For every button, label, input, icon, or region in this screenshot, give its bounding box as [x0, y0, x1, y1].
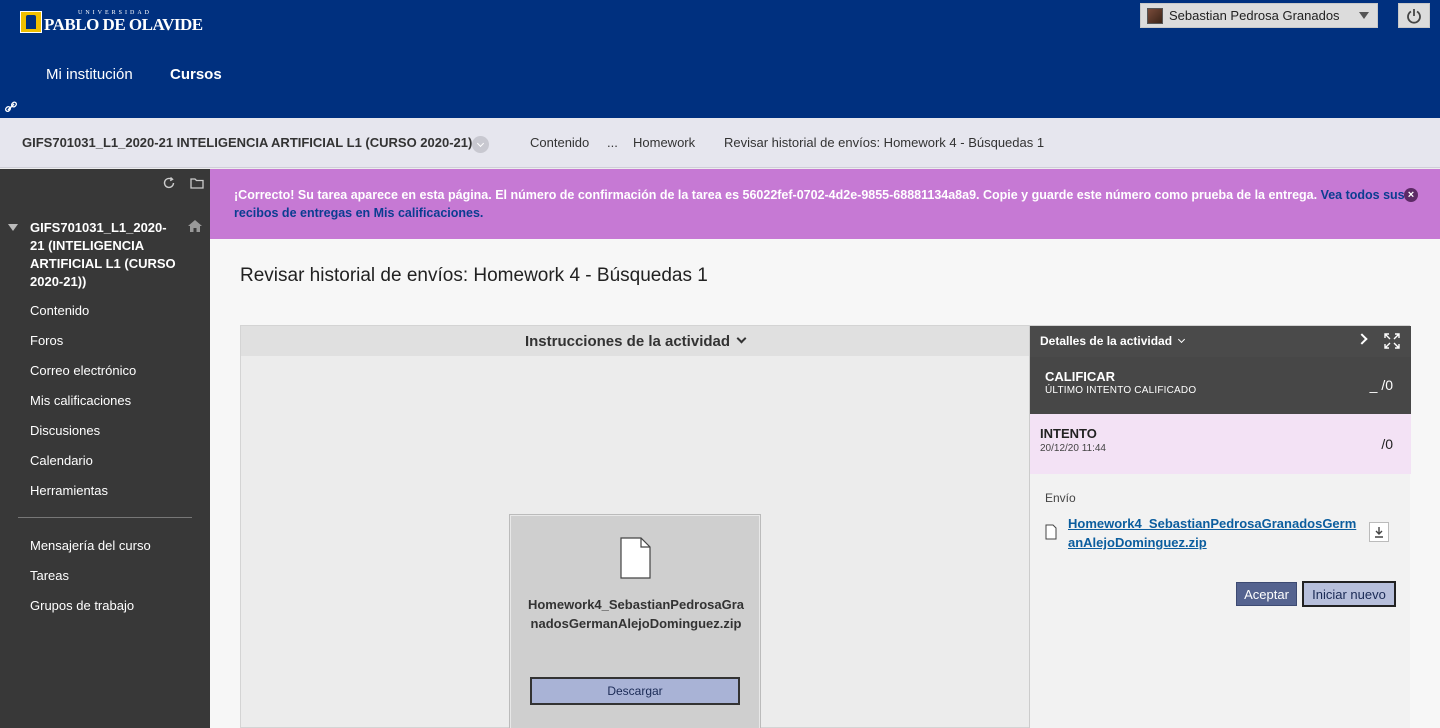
- grade-subtitle: ÚLTIMO INTENTO CALIFICADO: [1045, 385, 1197, 396]
- home-icon[interactable]: [187, 219, 203, 233]
- nav-mi-institucion[interactable]: Mi institución: [46, 66, 133, 83]
- grade-value: _ /0: [1369, 377, 1393, 393]
- sidebar-course-title[interactable]: GIFS701031_L1_2020-21 (INTELIGENCIA ARTI…: [30, 219, 180, 291]
- caret-down-icon: [1359, 12, 1369, 19]
- logo-emblem-icon: [20, 10, 42, 33]
- submission-panel: Instrucciones de la actividad Homework4_…: [240, 325, 1411, 728]
- sidebar-item-foros[interactable]: Foros: [30, 333, 63, 348]
- avatar: [1147, 7, 1163, 24]
- page-title: Revisar historial de envíos: Homework 4 …: [240, 265, 708, 286]
- download-button[interactable]: Descargar: [530, 677, 740, 705]
- attempt-value: /0: [1381, 436, 1393, 452]
- logout-button[interactable]: [1398, 3, 1430, 28]
- download-icon[interactable]: [1369, 522, 1389, 542]
- sidebar-item-correo[interactable]: Correo electrónico: [30, 363, 136, 378]
- breadcrumb-contenido[interactable]: Contenido: [530, 135, 589, 150]
- instructions-heading: Instrucciones de la actividad: [524, 333, 731, 350]
- sidebar-item-calendario[interactable]: Calendario: [30, 453, 93, 468]
- expand-icon[interactable]: [1384, 333, 1400, 349]
- submission-label: Envío: [1045, 491, 1076, 505]
- sidebar-item-grupos[interactable]: Grupos de trabajo: [30, 598, 134, 613]
- accept-button[interactable]: Aceptar: [1236, 582, 1297, 606]
- breadcrumb: GIFS701031_L1_2020-21 INTELIGENCIA ARTIF…: [0, 118, 1440, 168]
- sidebar-item-tareas[interactable]: Tareas: [30, 568, 69, 583]
- breadcrumb-current: Revisar historial de envíos: Homework 4 …: [724, 135, 1045, 150]
- file-icon: [620, 537, 651, 579]
- course-title[interactable]: GIFS701031_L1_2020-21 INTELIGENCIA ARTIF…: [22, 135, 472, 150]
- sidebar-item-herramientas[interactable]: Herramientas: [30, 483, 108, 498]
- grade-title: CALIFICAR: [1045, 369, 1116, 384]
- main-content: ¡Correcto! Su tarea aparece en esta pági…: [210, 169, 1440, 728]
- chevron-down-icon: [1178, 335, 1186, 344]
- university-logo[interactable]: UNIVERSIDAD PABLO DE OLAVIDE: [20, 10, 203, 33]
- grade-section: CALIFICAR ÚLTIMO INTENTO CALIFICADO _ /0: [1030, 357, 1411, 414]
- sidebar-item-calificaciones[interactable]: Mis calificaciones: [30, 393, 131, 408]
- activity-details-toggle[interactable]: Detalles de la actividad: [1030, 326, 1411, 357]
- sidebar-item-contenido[interactable]: Contenido: [30, 303, 89, 318]
- refresh-icon[interactable]: [162, 176, 176, 190]
- power-icon: [1407, 8, 1421, 24]
- collapse-caret-icon[interactable]: [8, 224, 18, 231]
- success-banner: ¡Correcto! Su tarea aparece en esta pági…: [210, 169, 1440, 239]
- sidebar-divider: [18, 517, 192, 518]
- file-icon: [1045, 524, 1057, 540]
- breadcrumb-homework[interactable]: Homework: [633, 135, 695, 150]
- instructions-toggle[interactable]: Instrucciones de la actividad: [241, 326, 1029, 356]
- chevron-down-icon: [736, 333, 747, 344]
- user-menu[interactable]: Sebastian Pedrosa Granados: [1140, 3, 1378, 28]
- file-name: Homework4_SebastianPedrosaGranadosGerman…: [527, 597, 745, 631]
- attempt-section[interactable]: INTENTO 20/12/20 11:44 /0: [1030, 414, 1411, 474]
- course-sidebar: GIFS701031_L1_2020-21 (INTELIGENCIA ARTI…: [0, 169, 210, 728]
- activity-details-panel: Detalles de la actividad CALIFICAR ÚLTIM…: [1029, 326, 1411, 728]
- sidebar-item-discusiones[interactable]: Discusiones: [30, 423, 100, 438]
- nav-cursos[interactable]: Cursos: [170, 66, 222, 83]
- file-preview-card: Homework4_SebastianPedrosaGranadosGerman…: [509, 514, 761, 728]
- breadcrumb-ellipsis[interactable]: ...: [607, 135, 618, 150]
- attempt-title: INTENTO: [1040, 426, 1097, 441]
- link-icon[interactable]: [4, 100, 18, 114]
- top-header: UNIVERSIDAD PABLO DE OLAVIDE Sebastian P…: [0, 0, 1440, 118]
- attempt-date: 20/12/20 11:44: [1040, 443, 1106, 454]
- logo-main-text: PABLO DE OLAVIDE: [44, 15, 203, 34]
- banner-text: ¡Correcto! Su tarea aparece en esta pági…: [234, 188, 1321, 202]
- sidebar-item-mensajeria[interactable]: Mensajería del curso: [30, 538, 151, 553]
- user-name: Sebastian Pedrosa Granados: [1169, 8, 1340, 23]
- folder-icon[interactable]: [190, 176, 204, 190]
- submission-file-link[interactable]: Homework4_SebastianPedrosaGranadosGerman…: [1068, 514, 1358, 552]
- chevron-down-icon[interactable]: [472, 136, 489, 153]
- close-icon[interactable]: ×: [1404, 188, 1418, 202]
- start-new-button[interactable]: Iniciar nuevo: [1302, 581, 1396, 607]
- details-heading: Detalles de la actividad: [1040, 334, 1173, 348]
